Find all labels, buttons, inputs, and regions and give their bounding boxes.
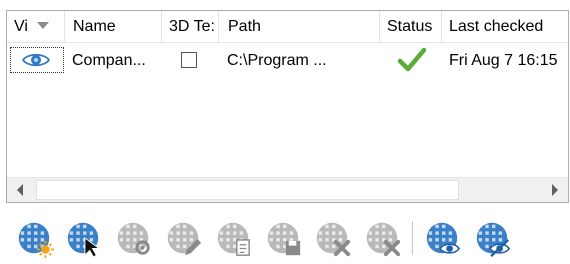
layer-properties-button[interactable] [213,219,253,259]
scrollbar-thumb[interactable] [36,180,459,200]
edit-layer-button[interactable] [163,219,203,259]
save-layer-button[interactable] [263,219,303,259]
globe-grid-x-icon [316,222,351,257]
checkmark-icon [397,47,427,72]
remove-layer-button[interactable] [312,219,352,259]
scroll-right-button[interactable] [541,178,568,202]
toolbar-separator [412,221,413,255]
eye-icon[interactable] [22,52,50,68]
column-header-visible-label: Vi [14,18,28,35]
column-header-last-checked[interactable]: Last checked [442,11,568,42]
globe-grid-pencil-icon [167,222,202,256]
cell-name: Compan... [65,43,162,77]
toggle-visibility-button[interactable] [472,219,512,259]
layer-settings-button[interactable] [113,219,153,259]
3d-text-checkbox[interactable] [181,52,197,68]
column-header-path[interactable]: Path [219,11,380,42]
globe-grid-save-icon [267,222,301,256]
cell-visible[interactable] [7,43,65,77]
chevron-left-icon [17,184,23,196]
column-header-3d-text[interactable]: 3D Te: [162,11,219,42]
cell-3d-text [162,43,219,77]
table-header: Vi Name 3D Te: Path Status Last checked [7,11,568,43]
column-header-3d-text-label: 3D Te: [169,18,215,35]
globe-grid-cursor-icon [67,222,101,258]
layer-toolbar [0,215,570,262]
table-row[interactable]: Compan... C:\Program ... Fri Aug 7 16:15 [7,43,568,77]
cell-path: C:\Program ... [219,43,380,77]
cell-status [380,43,442,77]
column-header-visible[interactable]: Vi [7,11,65,42]
column-header-name-label: Name [73,18,116,35]
chevron-right-icon [552,184,558,196]
globe-grid-eye-icon [426,222,461,254]
scroll-left-button[interactable] [7,178,34,202]
sort-descending-icon [37,22,49,29]
globe-grid-eye-slash-icon [476,222,511,258]
horizontal-scrollbar[interactable] [7,177,568,202]
globe-grid-sun-icon [18,222,54,259]
layer-path: C:\Program ... [227,52,327,69]
column-header-status[interactable]: Status [380,11,442,42]
globe-grid-doc-icon [217,222,250,256]
column-header-status-label: Status [387,18,433,35]
globe-grid-x-icon [366,222,401,257]
add-layer-button[interactable] [14,219,54,259]
column-header-name[interactable]: Name [65,11,162,42]
layer-list-panel: Vi Name 3D Te: Path Status Last checked [6,10,569,203]
column-header-path-label: Path [228,18,261,35]
remove-all-layers-button[interactable] [362,219,402,259]
last-checked-value: Fri Aug 7 16:15 [449,52,558,69]
show-layer-button[interactable] [422,219,462,259]
column-header-last-checked-label: Last checked [449,18,544,35]
globe-grid-gear-icon [117,222,150,255]
select-layer-button[interactable] [63,219,103,259]
cell-last-checked: Fri Aug 7 16:15 [442,43,568,77]
layer-name: Compan... [72,52,146,69]
